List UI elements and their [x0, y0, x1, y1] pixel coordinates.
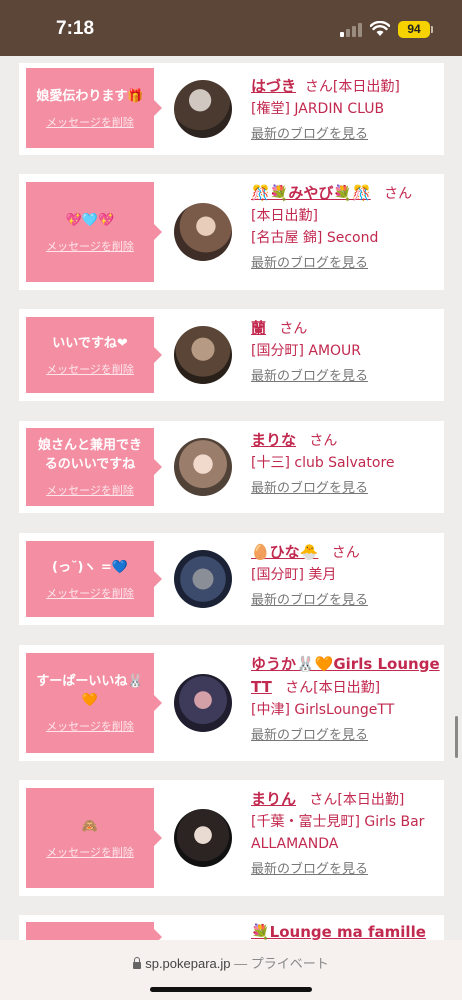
message-text: すーぱーいいね🐰🧡: [36, 674, 144, 708]
clock: 7:18: [56, 18, 95, 39]
avatar[interactable]: [174, 203, 232, 261]
avatar[interactable]: [174, 438, 232, 496]
message-bubble: (っ˘)ヽ =💙 メッセージを削除: [26, 541, 162, 617]
private-mode-label: プライベート: [250, 956, 329, 971]
latest-blog-link[interactable]: 最新のブログを見る: [251, 859, 441, 881]
favorite-card: いいですね❤ メッセージを削除 蘭 さん [国分町] AMOUR 最新のブログを…: [19, 309, 444, 401]
honorific: さん: [309, 792, 338, 808]
message-bubble: 🙈 メッセージを削除: [26, 788, 162, 888]
scrollbar[interactable]: [455, 716, 458, 758]
girl-name-link[interactable]: まりん: [251, 790, 296, 808]
delete-message-link[interactable]: メッセージを削除: [46, 718, 134, 734]
cellular-signal-icon: [340, 23, 362, 37]
browser-address-bar[interactable]: sp.pokepara.jp — プライベート: [0, 940, 462, 1000]
honorific: さん: [285, 680, 314, 696]
shop-name: [国分町] AMOUR: [251, 343, 362, 359]
domain: sp.pokepara.jp: [145, 956, 231, 971]
separator: —: [234, 956, 248, 971]
girl-name-link[interactable]: 🎊💐みやび💐🎊: [251, 184, 371, 202]
url-display[interactable]: sp.pokepara.jp — プライベート: [0, 953, 462, 972]
favorite-card: (っ˘)ヽ =💙 メッセージを削除 🥚ひな🐣 さん [国分町] 美月 最新のブロ…: [19, 533, 444, 625]
girl-info: ゆうか🐰🧡Girls Lounge TT さん[本日出勤] [中津] Girls…: [251, 653, 441, 747]
latest-blog-link[interactable]: 最新のブログを見る: [251, 478, 441, 500]
honorific: さん: [331, 545, 360, 561]
favorite-card: 娘愛伝わります🎁 メッセージを削除 はづき さん[本日出勤] [権堂] JARD…: [19, 63, 444, 155]
girl-name-link[interactable]: はづき: [251, 77, 296, 95]
favorite-card: すーぱーいいね🐰🧡 メッセージを削除 ゆうか🐰🧡Girls Lounge TT …: [19, 645, 444, 761]
lock-icon: [133, 957, 142, 969]
favorite-card: 💖🩵💖 メッセージを削除 🎊💐みやび💐🎊 さん [本日出勤] [名古屋 錦] S…: [19, 174, 444, 290]
message-text: (っ˘)ヽ =💙: [52, 559, 128, 575]
honorific: さん: [309, 433, 338, 449]
message-bubble: 娘愛伝わります🎁 メッセージを削除: [26, 68, 162, 148]
shift-status: [本日出勤]: [332, 79, 400, 95]
delete-message-link[interactable]: メッセージを削除: [46, 238, 134, 254]
battery-nub: [431, 26, 433, 33]
avatar[interactable]: [174, 326, 232, 384]
delete-message-link[interactable]: メッセージを削除: [46, 844, 134, 860]
message-text: 💖🩵💖: [65, 212, 115, 228]
delete-message-link[interactable]: メッセージを削除: [46, 585, 134, 601]
avatar[interactable]: [174, 809, 232, 867]
shop-name: [国分町] 美月: [251, 567, 337, 583]
latest-blog-link[interactable]: 最新のブログを見る: [251, 725, 441, 747]
girl-info: はづき さん[本日出勤] [権堂] JARDIN CLUB 最新のブログを見る: [251, 75, 441, 146]
avatar[interactable]: [174, 674, 232, 732]
girl-info: 🥚ひな🐣 さん [国分町] 美月 最新のブログを見る: [251, 541, 441, 612]
wifi-icon: [370, 21, 390, 36]
honorific: さん: [304, 79, 333, 95]
girl-info: 蘭 さん [国分町] AMOUR 最新のブログを見る: [251, 317, 441, 388]
shop-name: [権堂] JARDIN CLUB: [251, 101, 385, 117]
delete-message-link[interactable]: メッセージを削除: [46, 114, 134, 130]
shop-name: [名古屋 錦] Second: [251, 230, 379, 246]
battery-icon: 94: [398, 21, 430, 38]
delete-message-link[interactable]: メッセージを削除: [46, 361, 134, 377]
delete-message-link[interactable]: メッセージを削除: [46, 482, 134, 498]
latest-blog-link[interactable]: 最新のブログを見る: [251, 124, 441, 146]
girl-name-link[interactable]: 蘭: [251, 319, 266, 337]
avatar[interactable]: [174, 80, 232, 138]
shift-status: [本日出勤]: [337, 792, 405, 808]
avatar[interactable]: [174, 550, 232, 608]
message-text: 🙈: [81, 818, 99, 834]
honorific: さん: [279, 321, 308, 337]
message-bubble: 💖🩵💖 メッセージを削除: [26, 182, 162, 282]
message-text: 娘さんと兼用できるのいいですね: [37, 438, 142, 472]
status-bar: 7:18 94: [0, 0, 462, 56]
latest-blog-link[interactable]: 最新のブログを見る: [251, 590, 441, 612]
shop-name: [中津] GirlsLoungeTT: [251, 702, 395, 718]
message-text: いいですね❤: [52, 335, 128, 351]
shop-name: [千葉・富士見町] Girls Bar ALLAMANDA: [251, 814, 425, 852]
message-bubble: いいですね❤ メッセージを削除: [26, 317, 162, 393]
shift-status: [本日出勤]: [313, 680, 381, 696]
girl-info: まりん さん[本日出勤] [千葉・富士見町] Girls Bar ALLAMAN…: [251, 788, 441, 881]
girl-name-link[interactable]: 🥚ひな🐣: [251, 543, 318, 561]
favorite-card: 娘さんと兼用できるのいいですね メッセージを削除 まりな さん [十三] clu…: [19, 421, 444, 513]
message-bubble: 娘さんと兼用できるのいいですね メッセージを削除: [26, 428, 162, 506]
favorite-card: 🙈 メッセージを削除 まりん さん[本日出勤] [千葉・富士見町] Girls …: [19, 780, 444, 896]
message-text: 娘愛伝わります🎁: [36, 88, 144, 104]
shift-status: [本日出勤]: [251, 208, 318, 224]
girl-info: 🎊💐みやび💐🎊 さん [本日出勤] [名古屋 錦] Second 最新のブログを…: [251, 182, 441, 275]
girl-name-link[interactable]: まりな: [251, 431, 296, 449]
shop-name: [十三] club Salvatore: [251, 455, 395, 471]
message-bubble: すーぱーいいね🐰🧡 メッセージを削除: [26, 653, 162, 753]
latest-blog-link[interactable]: 最新のブログを見る: [251, 253, 441, 275]
latest-blog-link[interactable]: 最新のブログを見る: [251, 366, 441, 388]
honorific: さん: [384, 186, 413, 202]
girl-info: まりな さん [十三] club Salvatore 最新のブログを見る: [251, 429, 441, 500]
home-indicator[interactable]: [150, 987, 312, 992]
